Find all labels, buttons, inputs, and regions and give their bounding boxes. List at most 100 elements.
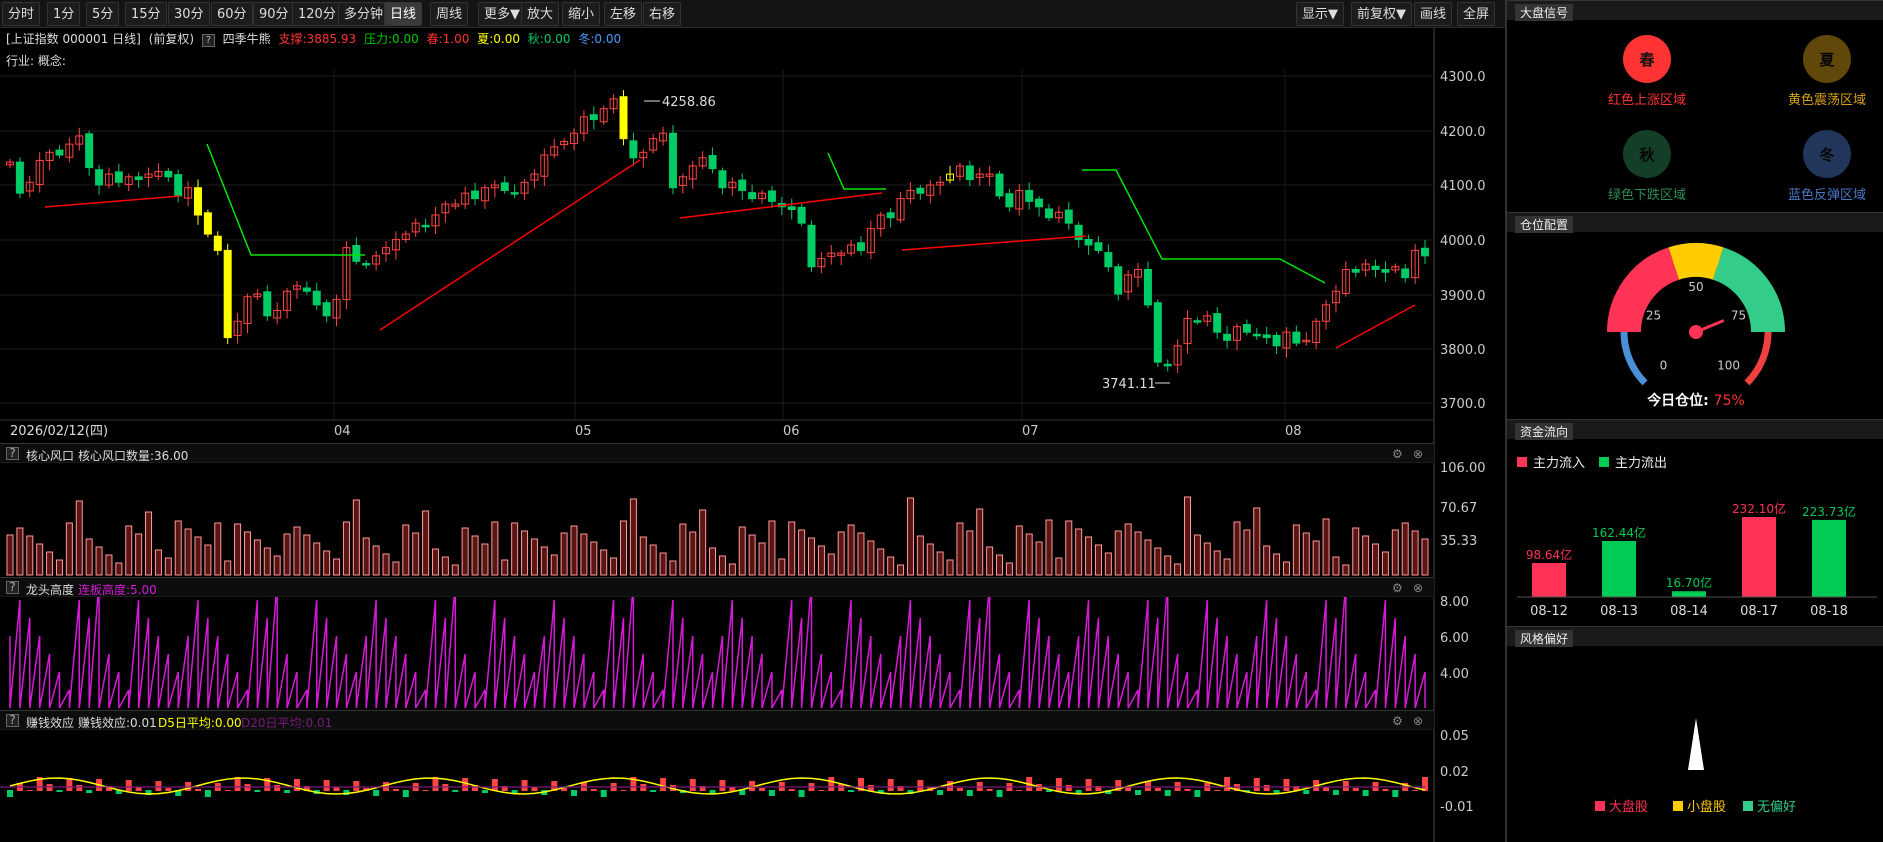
- candle-body: [1292, 331, 1301, 344]
- core-bar: [778, 558, 786, 576]
- core-bar: [1372, 543, 1380, 576]
- candle-body: [619, 96, 628, 140]
- core-bar: [1233, 521, 1241, 576]
- core-bar: [550, 554, 558, 576]
- candle-body: [510, 192, 519, 195]
- profit-bar: [66, 778, 73, 791]
- core-bar: [243, 531, 251, 576]
- core-bar: [748, 534, 756, 576]
- profit-bar: [818, 790, 825, 791]
- candle-body: [352, 244, 361, 262]
- core-bar: [1124, 523, 1132, 576]
- month-label: 06: [783, 424, 800, 439]
- profit-bar: [155, 781, 162, 791]
- profit-bar: [86, 790, 93, 793]
- candle-body: [589, 114, 598, 121]
- core-bar: [194, 536, 202, 576]
- profit-bar: [1016, 790, 1023, 791]
- profit-bar: [323, 780, 330, 791]
- leader-line: [9, 581, 1426, 709]
- core-bar: [1065, 520, 1073, 576]
- core-bar: [501, 559, 509, 576]
- core-bar: [788, 521, 796, 576]
- core-bar: [1045, 519, 1053, 576]
- candle-body: [194, 187, 203, 216]
- profit-bar: [353, 781, 360, 791]
- core-bar: [303, 534, 311, 576]
- panel1-tick: 35.33: [1440, 534, 1477, 549]
- core-bar: [590, 541, 598, 576]
- core-bar: [105, 554, 113, 576]
- y-tick-label: 3700.0: [1440, 397, 1486, 412]
- core-bar: [659, 552, 667, 576]
- gear-icon[interactable]: ⚙: [1392, 447, 1403, 461]
- core-bar: [1075, 528, 1083, 576]
- support-line: [901, 235, 1087, 251]
- core-bar: [234, 523, 242, 576]
- flow-bar: [1602, 541, 1636, 597]
- profit-bar: [234, 777, 241, 791]
- candle-body: [1114, 266, 1123, 295]
- candle-body: [1371, 265, 1380, 270]
- profit-bar: [947, 781, 954, 791]
- core-bar: [1391, 529, 1399, 576]
- profit-bar: [1184, 789, 1191, 791]
- candle-body: [1035, 198, 1044, 208]
- legend-out-label: 主力流出: [1615, 456, 1667, 471]
- candle-body: [629, 140, 638, 159]
- profit-bar: [887, 779, 894, 791]
- candle-body: [787, 206, 796, 211]
- profit-bar: [56, 790, 63, 792]
- help-icon[interactable]: ?: [6, 447, 19, 460]
- month-label: 05: [575, 424, 592, 439]
- profit-bar: [452, 790, 459, 792]
- style-arc-small: [1668, 243, 1724, 280]
- help-icon[interactable]: ?: [6, 714, 19, 727]
- profit-bar: [462, 778, 469, 791]
- gear-icon[interactable]: ⚙: [1392, 714, 1403, 728]
- core-bar: [125, 525, 133, 576]
- candle-body: [174, 174, 183, 197]
- core-bar: [204, 544, 212, 576]
- candle-body: [807, 224, 816, 268]
- core-bar: [184, 528, 192, 576]
- core-bar: [1184, 496, 1192, 576]
- core-bar: [1144, 539, 1152, 576]
- profit-bar: [620, 790, 627, 791]
- candle-body: [322, 302, 331, 317]
- profit-bar: [284, 790, 291, 793]
- core-bar: [1282, 561, 1290, 576]
- core-bar: [491, 521, 499, 576]
- profit-bar: [254, 790, 261, 792]
- core-bar: [897, 564, 905, 576]
- profit-bar: [1362, 790, 1369, 796]
- core-bar: [1342, 564, 1350, 576]
- gear-icon[interactable]: ⚙: [1392, 581, 1403, 595]
- help-icon[interactable]: ?: [6, 581, 19, 594]
- candle-body: [1044, 208, 1053, 219]
- core-bar: [560, 532, 568, 576]
- core-bar: [1352, 527, 1360, 576]
- flow-date: 08-17: [1740, 604, 1778, 619]
- candle-body: [916, 187, 925, 194]
- core-bar: [718, 555, 726, 576]
- profit-bar: [828, 777, 835, 791]
- close-icon[interactable]: ⊗: [1413, 714, 1423, 728]
- candle-body: [995, 173, 1004, 197]
- panel1-tick: 70.67: [1440, 501, 1477, 516]
- core-bar: [253, 539, 261, 576]
- close-icon[interactable]: ⊗: [1413, 447, 1423, 461]
- candle-body: [500, 182, 509, 191]
- profit-bar: [1085, 779, 1092, 791]
- candle-body: [223, 249, 232, 339]
- section-style: 风格偏好: [1507, 626, 1883, 647]
- core-bar: [293, 526, 301, 576]
- core-bar: [362, 537, 370, 576]
- close-icon[interactable]: ⊗: [1413, 581, 1423, 595]
- panel-header-core: ? 核心风口 核心风口数量:36.00 ⚙ ⊗: [0, 443, 1434, 463]
- profit-bar: [1154, 788, 1161, 791]
- profit-bar: [274, 785, 281, 791]
- panel2-tick: 4.00: [1440, 667, 1469, 682]
- core-bar: [1094, 544, 1102, 576]
- profit-bar: [966, 790, 973, 796]
